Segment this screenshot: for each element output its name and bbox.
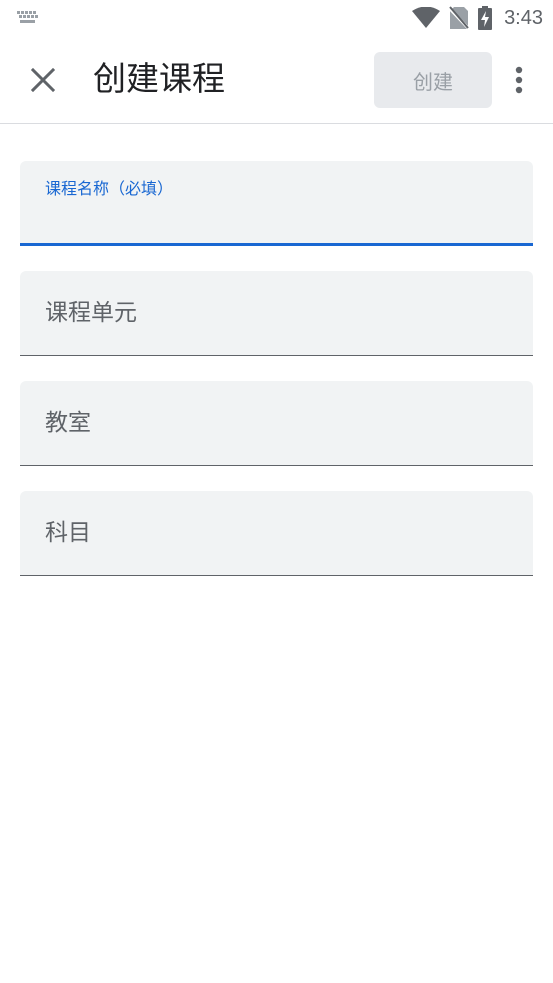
section-label: 课程单元 — [45, 300, 137, 326]
course-name-field[interactable]: 课程名称（必填） — [20, 161, 533, 246]
subject-field[interactable]: 科目 — [20, 491, 533, 576]
battery-charging-icon — [478, 6, 493, 30]
status-bar: 3:43 — [0, 0, 553, 36]
course-name-label: 课程名称（必填） — [45, 179, 174, 198]
app-bar: 创建课程 创建 — [0, 36, 553, 124]
no-sim-icon — [449, 6, 470, 30]
course-name-input[interactable] — [45, 205, 505, 230]
room-field[interactable]: 教室 — [20, 381, 533, 466]
close-button[interactable] — [18, 56, 68, 104]
close-icon — [31, 68, 55, 92]
status-time: 3:43 — [504, 6, 543, 29]
room-label: 教室 — [45, 410, 91, 436]
more-vert-icon — [515, 66, 523, 94]
section-field[interactable]: 课程单元 — [20, 271, 533, 356]
more-options-button[interactable] — [505, 56, 533, 104]
create-button[interactable]: 创建 — [374, 52, 492, 108]
wifi-icon — [412, 7, 441, 28]
subject-label: 科目 — [45, 520, 91, 546]
page-title: 创建课程 — [93, 59, 225, 98]
keyboard-icon — [17, 11, 38, 23]
